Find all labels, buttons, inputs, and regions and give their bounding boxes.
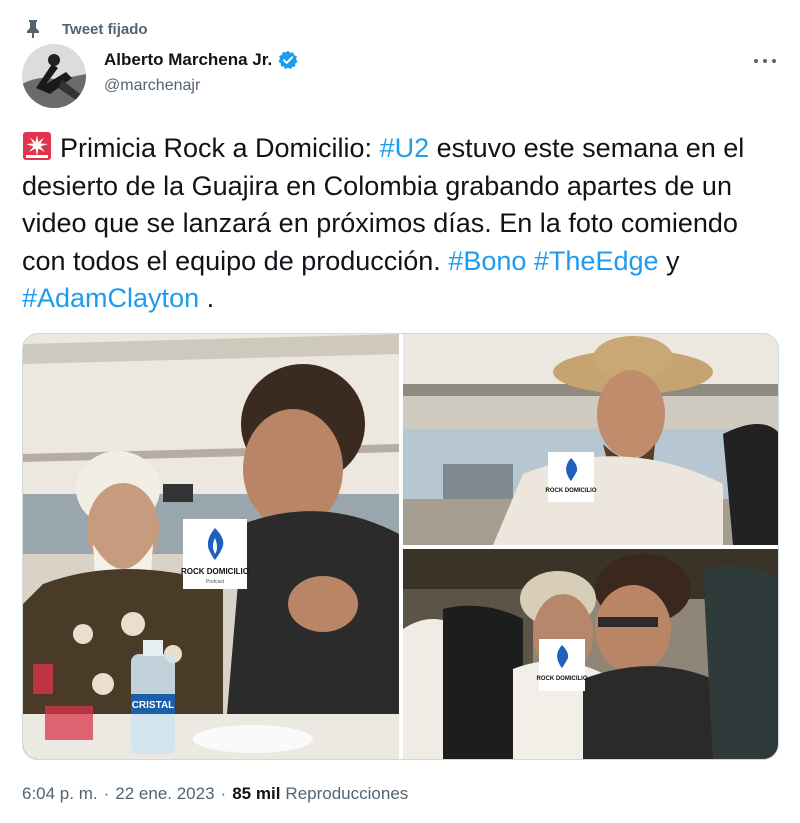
watermark-domicilio: DOMICILIO (207, 567, 249, 576)
svg-text:ROCK DOMICILIO: ROCK DOMICILIO (545, 488, 596, 494)
hashtag-u2-link[interactable]: #U2 (380, 133, 430, 163)
tweet-meta: 6:04 p. m. · 22 ene. 2023 · 85 mil Repro… (22, 784, 408, 804)
bottle-label: CRISTAL (132, 700, 175, 711)
photo-2[interactable]: ROCK DOMICILIO (403, 334, 778, 545)
svg-text:ROCK DOMICILIO: ROCK DOMICILIO (536, 676, 587, 682)
watermark-rock: ROCK (536, 676, 554, 682)
pinned-indicator: Tweet fijado (24, 18, 148, 40)
watermark-rock: ROCK (545, 488, 563, 494)
author-name[interactable]: Alberto Marchena Jr. (104, 50, 272, 70)
avatar[interactable] (22, 44, 86, 108)
more-options-icon[interactable] (754, 54, 776, 68)
author-handle[interactable]: @marchenajr (104, 77, 200, 95)
tweet-text-part (526, 246, 534, 276)
svg-text:ROCK DOMICILIO: ROCK DOMICILIO (181, 567, 249, 576)
pinned-label: Tweet fijado (62, 20, 148, 38)
tweet-media-grid: CRISTAL ROCK DOMICILIO Podcast ROCK DOMI… (22, 333, 779, 760)
tweet-header: Alberto Marchena Jr. @marchenajr (22, 44, 780, 108)
rotating-light-icon (23, 132, 51, 160)
photo-1[interactable]: CRISTAL ROCK DOMICILIO Podcast (23, 334, 399, 759)
watermark-domicilio: DOMICILIO (556, 676, 588, 682)
views-label[interactable]: Reproducciones (285, 784, 408, 804)
watermark-domicilio: DOMICILIO (565, 488, 597, 494)
separator-dot: · (103, 784, 110, 803)
hashtag-adamclayton-link[interactable]: #AdamClayton (22, 283, 199, 313)
hashtag-bono-link[interactable]: #Bono (448, 246, 526, 276)
watermark-sub: Podcast (206, 579, 225, 585)
tweet-text-part: Primicia Rock a Domicilio: (60, 133, 380, 163)
tweet-date[interactable]: 22 ene. 2023 (115, 784, 214, 804)
tweet-text: Primicia Rock a Domicilio: #U2 estuvo es… (22, 130, 782, 318)
separator-dot: · (220, 784, 227, 803)
hashtag-theedge-link[interactable]: #TheEdge (534, 246, 659, 276)
verified-badge-icon (278, 50, 298, 70)
views-count[interactable]: 85 mil (232, 784, 280, 804)
tweet-time[interactable]: 6:04 p. m. (22, 784, 98, 804)
watermark-rock: ROCK (181, 567, 205, 576)
tweet-text-part: y (658, 245, 680, 276)
tweet-text-part: . (199, 283, 215, 313)
pin-icon (27, 20, 39, 38)
photo-3[interactable]: ROCK DOMICILIO (403, 549, 778, 759)
